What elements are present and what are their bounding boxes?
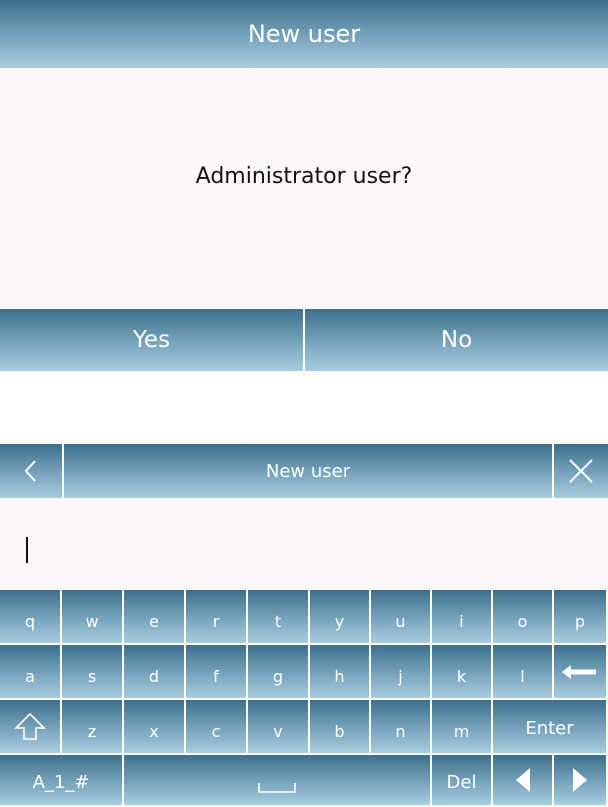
text-cursor xyxy=(26,537,28,563)
key-label: m xyxy=(453,722,470,741)
key-label: e xyxy=(149,612,159,631)
key-label: o xyxy=(517,612,528,631)
key-label: r xyxy=(212,612,220,631)
chevron-left-icon xyxy=(24,460,36,482)
key-t[interactable]: t xyxy=(248,590,308,643)
key-g[interactable]: g xyxy=(248,645,308,698)
close-icon xyxy=(569,459,593,483)
dialog-question: Administrator user? xyxy=(195,164,413,189)
arrow-left-icon xyxy=(514,767,532,793)
key-q[interactable]: q xyxy=(0,590,60,643)
key-label: f xyxy=(213,667,219,686)
key-label: t xyxy=(274,612,282,631)
key-r[interactable]: r xyxy=(186,590,246,643)
key-label: Enter xyxy=(525,718,574,739)
key-label: j xyxy=(398,667,403,686)
no-button-label: No xyxy=(440,327,473,353)
key-n[interactable]: n xyxy=(371,700,430,753)
no-button[interactable]: No xyxy=(303,309,608,371)
key-label: x xyxy=(149,722,159,741)
key-a[interactable]: a xyxy=(0,645,60,698)
enter-key[interactable]: Enter xyxy=(493,700,606,753)
key-o[interactable]: o xyxy=(493,590,552,643)
dialog-buttons: Yes No xyxy=(0,309,608,371)
space-bar-icon xyxy=(257,773,297,793)
key-label: w xyxy=(85,612,99,631)
key-b[interactable]: b xyxy=(310,700,369,753)
key-label: v xyxy=(273,722,283,741)
key-y[interactable]: y xyxy=(310,590,369,643)
key-f[interactable]: f xyxy=(186,645,246,698)
key-k[interactable]: k xyxy=(432,645,491,698)
space-key[interactable] xyxy=(124,755,430,805)
key-d[interactable]: d xyxy=(124,645,184,698)
dialog-title-bar: New user xyxy=(0,0,608,68)
keyboard-title-area: New user xyxy=(64,444,552,498)
text-input-area[interactable] xyxy=(0,498,608,590)
dialog-body: Administrator user? xyxy=(0,68,608,309)
keyboard-header: New user xyxy=(0,444,608,498)
back-button[interactable] xyxy=(0,444,64,498)
delete-key[interactable]: Del xyxy=(432,755,491,805)
shift-arrow-icon xyxy=(13,712,47,742)
key-label: p xyxy=(574,612,586,631)
key-z[interactable]: z xyxy=(62,700,122,753)
key-label: l xyxy=(520,667,525,686)
key-j[interactable]: j xyxy=(371,645,430,698)
key-label: k xyxy=(456,667,467,686)
shift-key[interactable] xyxy=(0,700,60,753)
symbols-key[interactable]: A_1_# xyxy=(0,755,122,805)
key-label: d xyxy=(148,667,160,686)
arrow-right-icon xyxy=(571,767,589,793)
key-s[interactable]: s xyxy=(62,645,122,698)
backspace-arrow-icon xyxy=(562,664,598,680)
key-e[interactable]: e xyxy=(124,590,184,643)
key-label: q xyxy=(24,612,36,631)
keyboard-title: New user xyxy=(265,460,351,482)
key-label: s xyxy=(87,667,97,686)
key-c[interactable]: c xyxy=(186,700,246,753)
key-l[interactable]: l xyxy=(493,645,552,698)
key-label: Del xyxy=(446,771,477,793)
arrow-left-key[interactable] xyxy=(493,755,552,805)
key-label: g xyxy=(272,667,284,686)
key-label: c xyxy=(211,722,221,741)
key-i[interactable]: i xyxy=(432,590,491,643)
key-label: a xyxy=(25,667,35,686)
key-v[interactable]: v xyxy=(248,700,308,753)
key-label: z xyxy=(87,722,97,741)
key-label: y xyxy=(334,612,345,631)
key-x[interactable]: x xyxy=(124,700,184,753)
key-p[interactable]: p xyxy=(554,590,606,643)
dialog-title: New user xyxy=(247,20,361,48)
key-label: h xyxy=(334,667,345,686)
key-label: b xyxy=(334,722,345,741)
yes-button[interactable]: Yes xyxy=(0,309,303,371)
key-m[interactable]: m xyxy=(432,700,491,753)
key-label: A_1_# xyxy=(32,771,90,793)
key-w[interactable]: w xyxy=(62,590,122,643)
backspace-key[interactable] xyxy=(554,645,606,698)
keyboard-keys: q w e r t y u i o p a s d f g h j k l z x c v b n m Enter A_1_# Del xyxy=(0,590,608,807)
close-button[interactable] xyxy=(552,444,608,498)
key-u[interactable]: u xyxy=(371,590,430,643)
key-label: u xyxy=(395,612,406,631)
arrow-right-key[interactable] xyxy=(554,755,606,805)
key-h[interactable]: h xyxy=(310,645,369,698)
yes-button-label: Yes xyxy=(132,327,171,353)
key-label: n xyxy=(395,722,406,741)
key-label: i xyxy=(459,612,464,631)
